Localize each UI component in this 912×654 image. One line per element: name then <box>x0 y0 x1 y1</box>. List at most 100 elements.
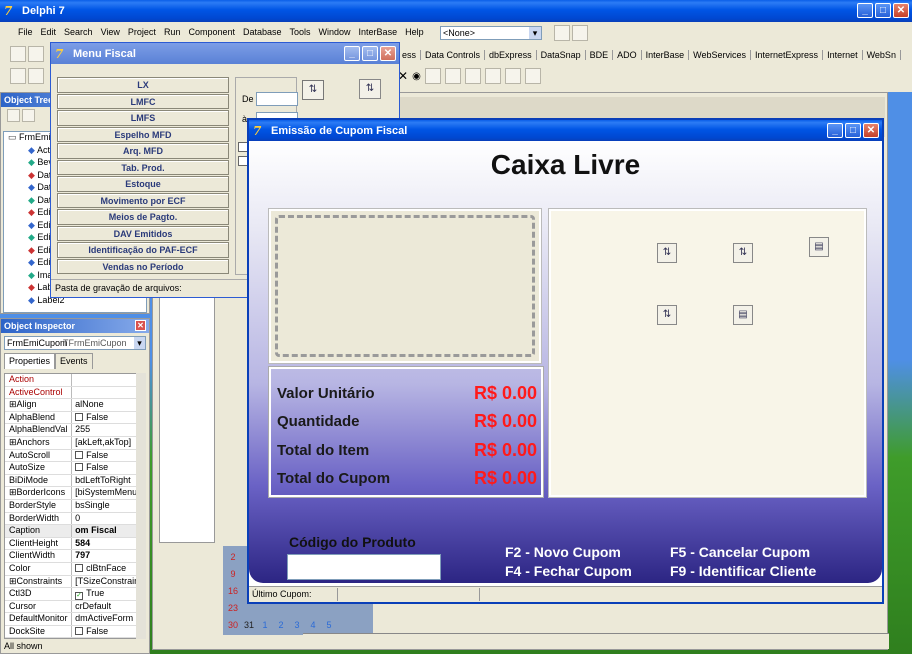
delete-icon[interactable] <box>7 109 20 122</box>
palette-tab[interactable]: BDE <box>586 50 614 60</box>
property-row[interactable]: ⊞BorderIcons [biSystemMenu] <box>5 487 145 500</box>
checkbox-icon[interactable] <box>75 450 84 459</box>
property-value[interactable]: [biSystemMenu] <box>72 487 145 499</box>
palette-tab[interactable]: ADO <box>613 50 642 60</box>
menu-item[interactable]: Run <box>160 27 185 37</box>
maximize-button[interactable]: □ <box>362 46 378 61</box>
calendar-day[interactable]: 31 <box>241 620 257 630</box>
property-row[interactable]: AlphaBlend False <box>5 411 145 425</box>
expand-icon[interactable]: ⊞ <box>9 487 17 497</box>
new-icon[interactable] <box>10 46 26 62</box>
palette-tab[interactable]: InterBase <box>642 50 690 60</box>
minimize-button[interactable]: _ <box>857 3 873 18</box>
calendar-day[interactable]: 3 <box>289 620 305 630</box>
data-component-icon[interactable]: ▤ <box>733 305 753 325</box>
tab-properties[interactable]: Properties <box>4 353 56 369</box>
tab-events[interactable]: Events <box>55 353 93 369</box>
expand-icon[interactable]: ⊞ <box>9 399 17 409</box>
inspector-scrollbar[interactable] <box>136 373 146 639</box>
property-value[interactable]: False <box>72 462 145 474</box>
calendar-day[interactable]: 9 <box>225 569 241 579</box>
close-button[interactable]: ✕ <box>863 123 879 138</box>
property-row[interactable]: BiDiMode bdLeftToRight <box>5 474 145 488</box>
fiscal-button[interactable]: DAV Emitidos <box>57 225 229 241</box>
view-form-icon[interactable] <box>28 68 44 84</box>
property-value[interactable]: clBtnFace <box>72 563 145 575</box>
checkbox-icon[interactable]: ✓ <box>75 592 84 600</box>
expand-icon[interactable]: ⊞ <box>9 437 17 447</box>
property-value[interactable]: bsSingle <box>72 500 145 512</box>
open-icon[interactable] <box>28 46 44 62</box>
component-icon[interactable] <box>524 68 541 84</box>
checkbox-icon[interactable] <box>75 563 84 572</box>
menu-item[interactable]: Tools <box>286 27 315 37</box>
calendar-day[interactable]: 2 <box>225 552 241 562</box>
palette-tab[interactable]: DataSnap <box>537 50 586 60</box>
menu-item[interactable]: InterBase <box>355 27 402 37</box>
datetime-component-icon[interactable]: ⇅ <box>359 79 381 99</box>
menu-item[interactable]: View <box>97 27 124 37</box>
palette-tab[interactable]: dbExpress <box>485 50 537 60</box>
property-value[interactable]: ✓ True <box>72 588 145 600</box>
property-value[interactable]: 797 <box>72 550 145 562</box>
property-row[interactable]: AlphaBlendVal 255 <box>5 424 145 437</box>
calendar-day[interactable]: 5 <box>321 620 337 630</box>
property-value[interactable]: False <box>72 450 145 462</box>
component-icon[interactable] <box>444 68 461 84</box>
fiscal-button[interactable]: Estoque <box>57 176 229 192</box>
fiscal-button[interactable]: LX <box>57 77 229 93</box>
maximize-button[interactable]: □ <box>845 123 861 138</box>
fiscal-button[interactable]: Vendas no Período <box>57 258 229 274</box>
palette-tab[interactable]: WebServices <box>689 50 752 60</box>
checkbox-icon[interactable] <box>75 463 84 472</box>
expand-icon[interactable]: ⊞ <box>9 576 17 586</box>
calendar-day[interactable]: 4 <box>305 620 321 630</box>
fiscal-button[interactable]: LMFC <box>57 93 229 109</box>
menu-item[interactable]: Database <box>239 27 286 37</box>
fiscal-button[interactable]: Espelho MFD <box>57 126 229 142</box>
palette-tab[interactable]: WebSn <box>863 50 901 60</box>
codigo-input[interactable] <box>287 554 441 580</box>
property-value[interactable]: 0 <box>72 513 145 525</box>
property-value[interactable]: alNone <box>72 399 145 411</box>
fiscal-button[interactable]: Meios de Pagto. <box>57 209 229 225</box>
calendar-day[interactable]: 1 <box>257 620 273 630</box>
property-row[interactable]: Caption om Fiscal <box>5 525 145 538</box>
property-row[interactable]: Color clBtnFace <box>5 562 145 576</box>
fiscal-button[interactable]: Arq. MFD <box>57 143 229 159</box>
property-row[interactable]: DefaultMonitor dmActiveForm <box>5 613 145 626</box>
date-from-input[interactable] <box>256 92 298 106</box>
palette-tab[interactable]: InternetExpress <box>751 50 824 60</box>
maximize-button[interactable]: □ <box>875 3 891 18</box>
property-value[interactable]: dmActiveForm <box>72 613 145 625</box>
calendar-day[interactable]: 30 <box>225 620 241 630</box>
palette-tab[interactable]: Internet <box>823 50 863 60</box>
property-row[interactable]: Action <box>5 374 145 387</box>
calendar-day[interactable]: 16 <box>225 586 241 596</box>
data-component-icon[interactable]: ▤ <box>809 237 829 257</box>
property-row[interactable]: Ctl3D ✓ True <box>5 588 145 601</box>
menu-item[interactable]: Component <box>184 27 239 37</box>
property-value[interactable]: 584 <box>72 538 145 550</box>
property-row[interactable]: DockSite False <box>5 625 145 638</box>
property-row[interactable]: ClientWidth 797 <box>5 550 145 563</box>
datetime-component-icon[interactable]: ⇅ <box>657 305 677 325</box>
calendar-day[interactable]: 23 <box>225 603 241 613</box>
property-row[interactable]: AutoScroll False <box>5 449 145 463</box>
checkbox-icon[interactable] <box>75 626 84 635</box>
radio-icon[interactable]: ◉ <box>412 71 421 82</box>
inspector-object-combo[interactable]: FrmEmiCupom TFrmEmiCupon ▾ <box>4 336 146 350</box>
property-row[interactable]: BorderStyle bsSingle <box>5 499 145 513</box>
property-row[interactable]: ⊞Constraints [TSizeConstrain <box>5 575 145 589</box>
property-value[interactable]: om Fiscal <box>72 525 145 537</box>
component-icon[interactable] <box>464 68 481 84</box>
component-icon[interactable] <box>424 68 441 84</box>
chevron-down-icon[interactable]: ▾ <box>134 337 145 349</box>
minimize-button[interactable]: _ <box>344 46 360 61</box>
menu-item[interactable]: Search <box>60 27 97 37</box>
property-row[interactable]: AutoSize False <box>5 462 145 475</box>
property-value[interactable]: 255 <box>72 424 145 436</box>
property-value[interactable]: crDefault <box>72 601 145 613</box>
datetime-component-icon[interactable]: ⇅ <box>657 243 677 263</box>
datetime-component-icon[interactable]: ⇅ <box>302 80 324 100</box>
